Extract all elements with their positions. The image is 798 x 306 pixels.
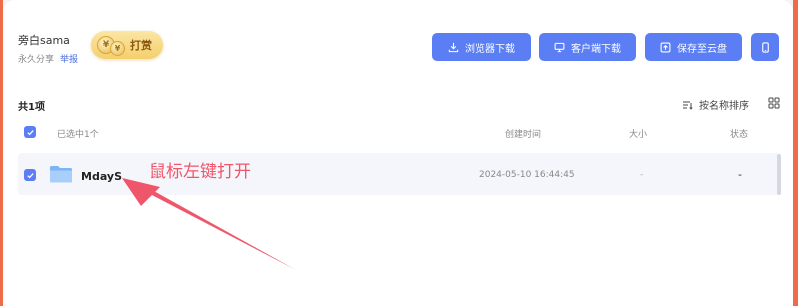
cloud-save-icon [660, 42, 671, 52]
file-name[interactable]: MdayS [81, 170, 122, 183]
share-info: 永久分享 举报 [18, 52, 78, 65]
save-to-cloud-label: 保存至云盘 [677, 43, 727, 55]
sort-by-name-button[interactable]: 按名称排序 [682, 97, 749, 112]
file-created-time: 2024-05-10 16:44:45 [479, 170, 575, 180]
column-header-created: 创建时间 [505, 130, 542, 140]
column-header-status: 状态 [730, 130, 749, 140]
share-duration: 永久分享 [18, 55, 55, 65]
file-size: - [640, 170, 644, 180]
download-icon [448, 42, 459, 52]
annotation-text: 鼠标左键打开 [149, 162, 251, 182]
phone-button[interactable] [751, 33, 779, 61]
save-to-cloud-button[interactable]: 保存至云盘 [645, 33, 742, 61]
check-icon [26, 129, 34, 135]
share-panel: 旁白sama 永久分享 举报 ¥ ¥ 打赏 浏览器下载 客户端下载 保存至云盘 共… [3, 0, 793, 306]
item-count: 共1项 [18, 102, 45, 113]
coin-icon: ¥ [110, 40, 125, 56]
sort-label: 按名称排序 [699, 101, 749, 112]
row-checkbox[interactable] [24, 169, 36, 181]
column-header-size: 大小 [629, 130, 648, 140]
file-status: - [738, 168, 742, 181]
phone-icon [761, 41, 769, 53]
tip-label: 打赏 [130, 39, 152, 52]
owner-name: 旁白sama [18, 34, 70, 47]
client-download-label: 客户端下载 [571, 43, 621, 55]
selected-count: 已选中1个 [57, 130, 99, 140]
monitor-icon [554, 42, 565, 52]
tip-button[interactable]: ¥ ¥ 打赏 [91, 31, 163, 59]
browser-download-button[interactable]: 浏览器下载 [432, 33, 531, 61]
grid-view-icon[interactable] [768, 97, 780, 109]
folder-icon [50, 166, 72, 183]
check-icon [26, 172, 34, 178]
frame-right-border [793, 0, 798, 306]
file-row[interactable] [18, 153, 780, 195]
report-link[interactable]: 举报 [60, 55, 78, 65]
client-download-button[interactable]: 客户端下载 [539, 33, 636, 61]
scrollbar[interactable] [777, 154, 781, 195]
sort-icon [683, 101, 693, 110]
select-all-checkbox[interactable] [24, 126, 36, 138]
browser-download-label: 浏览器下载 [465, 43, 515, 55]
